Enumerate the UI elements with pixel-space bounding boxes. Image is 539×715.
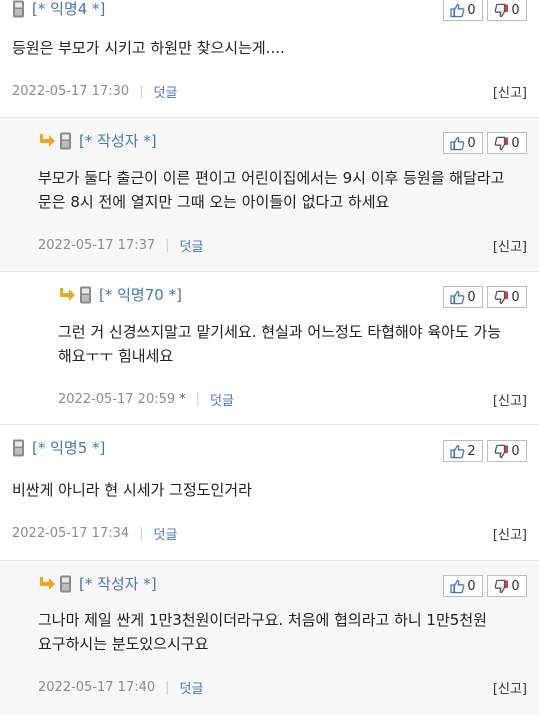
mobile-phone-icon xyxy=(80,286,91,303)
upvote-count: 0 xyxy=(467,2,476,18)
downvote-button[interactable]: 0 xyxy=(487,132,527,154)
downvote-button[interactable]: 0 xyxy=(487,575,527,597)
author-name[interactable]: [* 익명70 *] xyxy=(99,284,182,305)
thumbs-up-icon xyxy=(450,290,465,304)
thumbs-down-icon xyxy=(495,3,509,17)
comment-body: 그나마 제일 싼게 1만3천원이더라구요. 처음에 협의라고 하니 1만5천원 … xyxy=(38,611,487,653)
comment-item: [* 작성자 *] 0 0 그나마 제일 싼게 1만3천원이더라구요. 처음에 … xyxy=(0,561,539,715)
thumbs-down-icon xyxy=(495,444,509,458)
reply-link[interactable]: 덧글 xyxy=(154,524,178,543)
edited-mark: * xyxy=(179,392,186,407)
divider: | xyxy=(139,84,144,99)
downvote-count: 0 xyxy=(511,2,520,18)
downvote-count: 0 xyxy=(511,135,520,151)
timestamp: 2022-05-17 17:37 xyxy=(38,238,156,253)
comment-item: [* 익명70 *] 0 0 그런 거 신경쓰지말고 맡기세요. 현실과 어느정… xyxy=(0,272,539,424)
timestamp: 2022-05-17 17:34 xyxy=(12,526,130,541)
vote-buttons: 0 0 xyxy=(443,132,527,154)
thumbs-up-icon xyxy=(450,444,465,458)
downvote-button[interactable]: 0 xyxy=(487,0,527,21)
comment-author: [* 익명4 *] xyxy=(12,0,105,19)
author-name[interactable]: [* 작성자 *] xyxy=(79,573,157,594)
comment-meta: 2022-05-17 17:30 | 덧글 xyxy=(12,82,177,101)
comment-body: 등원은 부모가 시키고 하원만 찾으시는게.... xyxy=(12,39,285,57)
reply-link[interactable]: 덧글 xyxy=(154,82,178,101)
comment-author: [* 작성자 *] xyxy=(38,130,157,151)
upvote-button[interactable]: 2 xyxy=(443,440,483,462)
thumbs-down-icon xyxy=(495,290,509,304)
thumbs-up-icon xyxy=(450,579,465,593)
comment-body: 그런 거 신경쓰지말고 맡기세요. 현실과 어느정도 타협해야 육아도 가능 해… xyxy=(58,323,502,365)
reply-link[interactable]: 덧글 xyxy=(210,390,234,409)
comment-author: [* 익명70 *] xyxy=(58,284,182,305)
comment-meta: 2022-05-17 17:37 | 덧글 xyxy=(38,236,203,255)
upvote-count: 0 xyxy=(467,289,476,305)
divider: | xyxy=(165,680,170,695)
upvote-count: 2 xyxy=(467,443,476,459)
reply-link[interactable]: 덧글 xyxy=(180,236,204,255)
reply-link[interactable]: 덧글 xyxy=(180,678,204,697)
upvote-count: 0 xyxy=(467,578,476,594)
comment-author: [* 작성자 *] xyxy=(38,573,157,594)
report-button[interactable]: [신고] xyxy=(493,678,527,697)
reply-arrow-icon xyxy=(40,133,55,147)
divider: | xyxy=(139,526,144,541)
report-button[interactable]: [신고] xyxy=(493,390,527,409)
mobile-phone-icon xyxy=(13,0,24,17)
comment-body: 부모가 둘다 출근이 이른 편이고 어린이집에서는 9시 이후 등원을 해달라고… xyxy=(38,169,505,211)
thumbs-down-icon xyxy=(495,136,509,150)
timestamp: 2022-05-17 17:40 xyxy=(38,680,156,695)
downvote-button[interactable]: 0 xyxy=(487,286,527,308)
downvote-count: 0 xyxy=(511,289,520,305)
comment-author: [* 익명5 *] xyxy=(12,437,105,458)
mobile-phone-icon xyxy=(13,439,24,456)
thumbs-up-icon xyxy=(450,3,465,17)
timestamp: 2022-05-17 20:59 xyxy=(58,392,176,407)
downvote-count: 0 xyxy=(511,578,520,594)
upvote-button[interactable]: 0 xyxy=(443,575,483,597)
downvote-button[interactable]: 0 xyxy=(487,440,527,462)
report-button[interactable]: [신고] xyxy=(493,524,527,543)
vote-buttons: 2 0 xyxy=(443,440,527,462)
author-name[interactable]: [* 익명5 *] xyxy=(32,437,105,458)
upvote-button[interactable]: 0 xyxy=(443,0,483,21)
vote-buttons: 0 0 xyxy=(443,575,527,597)
reply-arrow-icon xyxy=(40,576,55,590)
divider: | xyxy=(165,238,170,253)
downvote-count: 0 xyxy=(511,443,520,459)
comment-body: 비싼게 아니라 현 시세가 그정도인거라 xyxy=(12,481,252,499)
upvote-button[interactable]: 0 xyxy=(443,132,483,154)
upvote-button[interactable]: 0 xyxy=(443,286,483,308)
comment-meta: 2022-05-17 20:59 * | 덧글 xyxy=(58,390,234,409)
mobile-phone-icon xyxy=(60,132,71,149)
author-name[interactable]: [* 익명4 *] xyxy=(32,0,105,19)
vote-buttons: 0 0 xyxy=(443,0,527,21)
comment-meta: 2022-05-17 17:40 | 덧글 xyxy=(38,678,203,697)
thumbs-down-icon xyxy=(495,579,509,593)
report-button[interactable]: [신고] xyxy=(493,236,527,255)
reply-arrow-icon xyxy=(60,287,75,301)
comment-meta: 2022-05-17 17:34 | 덧글 xyxy=(12,524,177,543)
thumbs-up-icon xyxy=(450,136,465,150)
timestamp: 2022-05-17 17:30 xyxy=(12,84,130,99)
divider: | xyxy=(195,392,201,407)
report-button[interactable]: [신고] xyxy=(493,82,527,101)
comment-item: [* 익명5 *] 2 0 비싼게 아니라 현 시세가 그정도인거라 2022-… xyxy=(0,425,539,560)
comment-item: [* 익명4 *] 0 0 등원은 부모가 시키고 하원만 찾으시는게.... … xyxy=(0,0,539,117)
author-name[interactable]: [* 작성자 *] xyxy=(79,130,157,151)
comment-item: [* 작성자 *] 0 0 부모가 둘다 출근이 이른 편이고 어린이집에서는 … xyxy=(0,118,539,271)
upvote-count: 0 xyxy=(467,135,476,151)
vote-buttons: 0 0 xyxy=(443,286,527,308)
mobile-phone-icon xyxy=(60,575,71,592)
